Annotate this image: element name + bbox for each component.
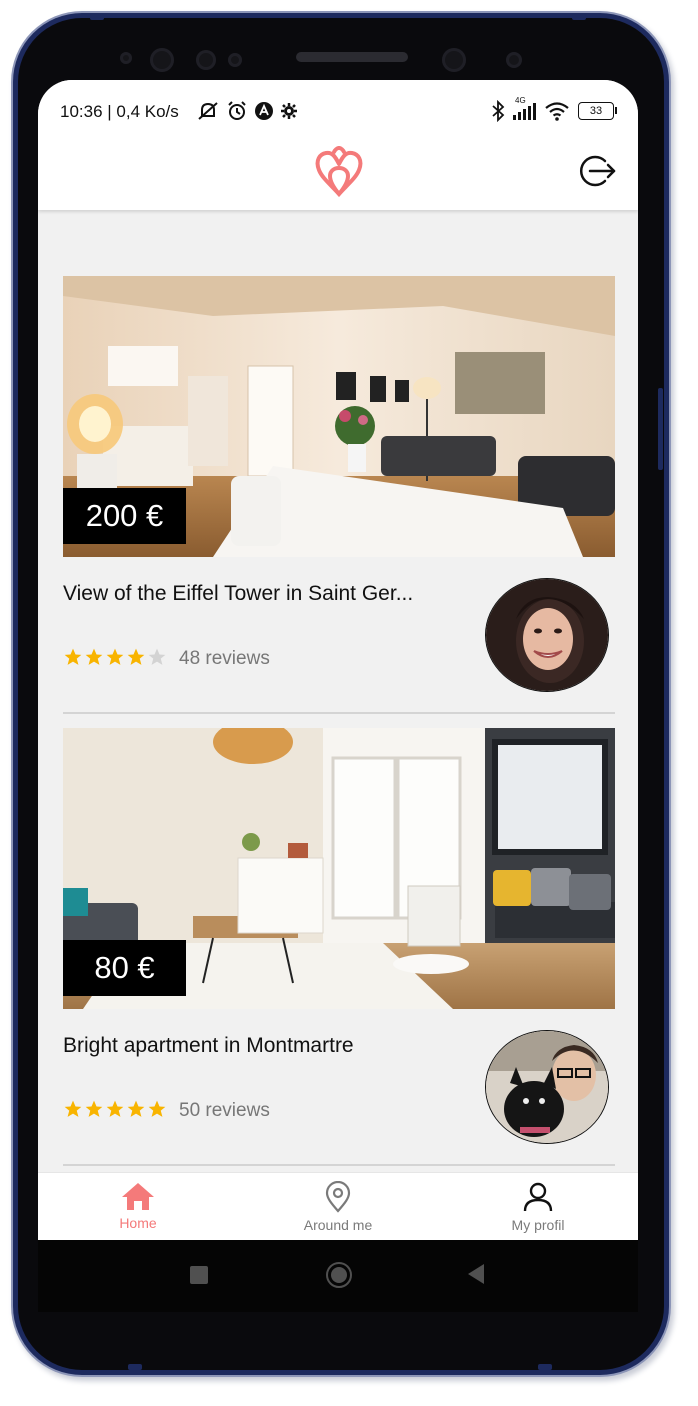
front-camera (442, 48, 466, 72)
listing-photo[interactable]: 200 € (63, 276, 615, 557)
bottom-navigation: Home Around me My profil (38, 1172, 638, 1240)
app-notification-icon (255, 102, 273, 120)
listing-feed[interactable]: 200 € View of the Eiffel Tower in Saint … (63, 276, 615, 1210)
bluetooth-icon (492, 100, 505, 122)
alarm-icon (228, 101, 246, 120)
front-sensor (196, 50, 216, 70)
phone-speaker (296, 52, 408, 62)
top-bar: 10:36 | 0,4 Ko/s 4G 33 (38, 80, 638, 210)
app-screen: 10:36 | 0,4 Ko/s 4G 33 200 € View of the… (38, 80, 638, 1240)
price-tag: 80 € (63, 940, 186, 996)
star-icon (127, 648, 145, 665)
host-avatar[interactable] (485, 1030, 609, 1144)
tab-around-me-label: Around me (303, 1217, 373, 1233)
home-icon (122, 1183, 154, 1210)
tab-home[interactable]: Home (38, 1173, 238, 1240)
host-avatar[interactable] (485, 578, 609, 692)
star-icon (106, 1100, 124, 1117)
tab-around-me[interactable]: Around me (238, 1173, 438, 1240)
star-empty-icon (148, 648, 166, 665)
phone-top-notch-accent (90, 14, 104, 20)
status-time-speed: 10:36 | 0,4 Ko/s (60, 102, 179, 121)
airbnb-logo-icon (315, 146, 363, 198)
front-sensor (506, 52, 522, 68)
tab-my-profil-label: My profil (511, 1217, 565, 1233)
star-icon (64, 1100, 82, 1117)
rating-stars (63, 1099, 167, 1119)
star-icon (106, 648, 124, 665)
status-right-icons: 4G 33 (491, 96, 617, 122)
front-camera (150, 48, 174, 72)
star-icon (148, 1100, 166, 1117)
front-sensor (120, 52, 132, 64)
user-icon (523, 1182, 553, 1212)
listing-card[interactable]: 200 € View of the Eiffel Tower in Saint … (63, 276, 615, 714)
tab-my-profil[interactable]: My profil (438, 1173, 638, 1240)
review-count: 50 reviews (179, 1100, 270, 1121)
review-count: 48 reviews (179, 648, 270, 669)
star-icon (64, 648, 82, 665)
network-type-label: 4G (515, 96, 526, 105)
star-icon (127, 1100, 145, 1117)
home-system-button[interactable] (326, 1262, 352, 1288)
wifi-icon (545, 102, 569, 121)
phone-bottom-accent (538, 1364, 552, 1370)
listing-photo[interactable]: 80 € (63, 728, 615, 1009)
front-sensor (228, 53, 242, 67)
battery-level: 33 (589, 105, 603, 117)
listing-title[interactable]: Bright apartment in Montmartre (63, 1034, 354, 1058)
star-icon (85, 648, 103, 665)
listing-card[interactable]: 80 € Bright apartment in Montmartre 50 r… (63, 728, 615, 1166)
map-pin-icon (325, 1181, 351, 1213)
rating-stars (63, 647, 167, 667)
phone-side-button (658, 388, 663, 470)
system-navigation-bar (38, 1240, 638, 1312)
logout-icon[interactable] (578, 152, 616, 190)
battery-icon: 33 (578, 102, 617, 120)
recents-button[interactable] (190, 1266, 208, 1284)
listing-title[interactable]: View of the Eiffel Tower in Saint Ger... (63, 582, 413, 606)
star-icon (85, 1100, 103, 1117)
tab-home-label: Home (119, 1215, 157, 1231)
signal-icon: 4G (513, 96, 536, 120)
phone-bottom-accent (128, 1364, 142, 1370)
price-tag: 200 € (63, 488, 186, 544)
status-left-icons (196, 100, 298, 122)
phone-top-notch-accent (572, 14, 586, 20)
back-button[interactable] (468, 1264, 484, 1284)
settings-gear-icon (281, 103, 297, 119)
mute-vibrate-icon (198, 102, 218, 120)
